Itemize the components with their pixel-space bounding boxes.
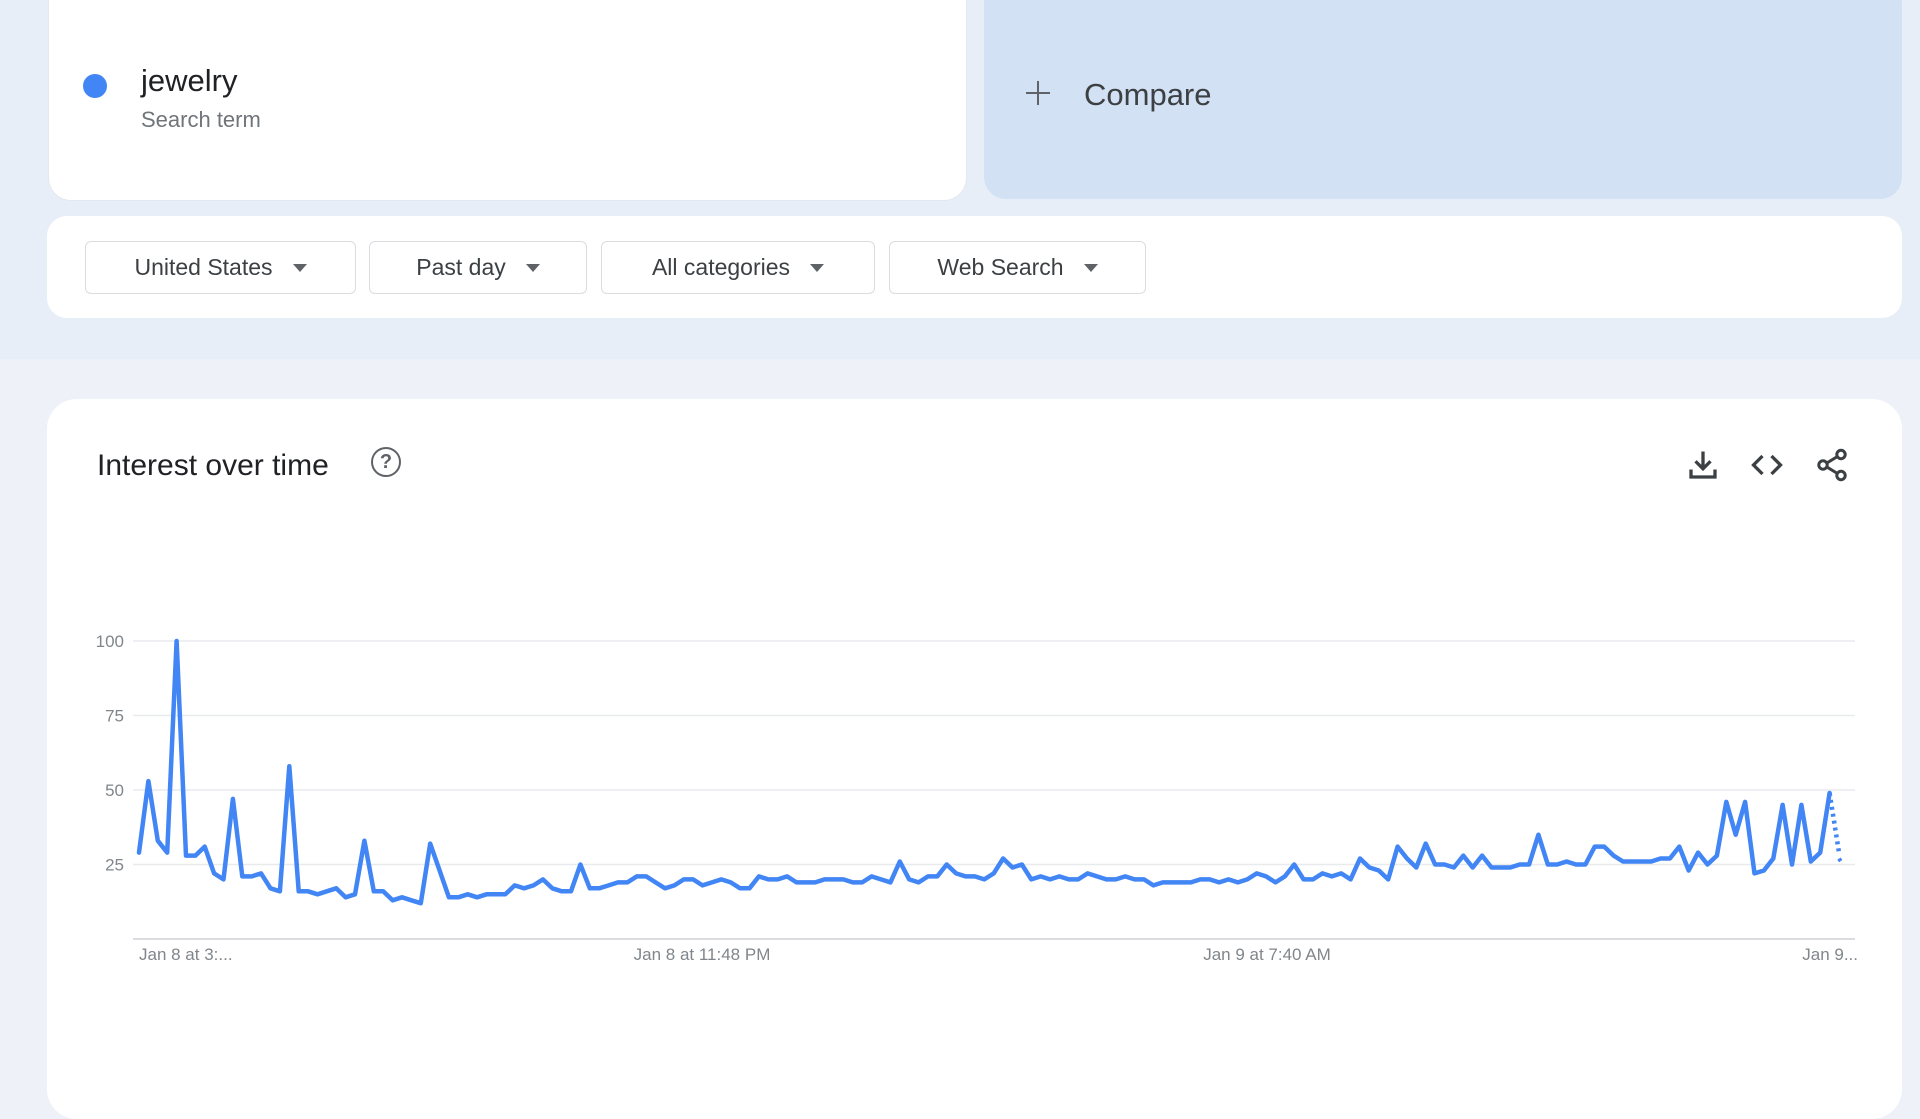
compare-label: Compare [1084, 77, 1212, 112]
y-tick-label: 50 [105, 781, 124, 800]
search-term-name[interactable]: jewelry [141, 63, 237, 99]
region-filter-dropdown[interactable]: United States [85, 241, 356, 294]
series-line-partial [1827, 792, 1842, 853]
plus-icon [1026, 81, 1050, 105]
y-tick-label: 100 [96, 632, 124, 651]
time-range-filter-dropdown[interactable]: Past day [369, 241, 587, 294]
interest-line-chart: 100 75 50 25 Jan 8 at 3:... Jan 8 at 11:48 PM… [96, 632, 1858, 964]
chevron-down-icon [292, 263, 307, 272]
search-term-card[interactable]: jewelry Search term [49, 0, 966, 200]
chevron-down-icon [810, 263, 825, 272]
chevron-down-icon [1083, 263, 1098, 272]
x-tick-label: Jan 8 at 11:48 PM [634, 945, 771, 964]
y-tick-label: 75 [105, 707, 124, 726]
region-filter-label: United States [134, 254, 273, 280]
search-term-subtitle: Search term [141, 107, 261, 132]
filter-bar: United States Past day All categories We… [47, 216, 1902, 318]
x-tick-label: Jan 8 at 3:... [139, 945, 233, 964]
search-type-filter-dropdown[interactable]: Web Search [889, 241, 1146, 294]
y-tick-label: 25 [105, 856, 124, 875]
interest-over-time-card: Interest over time ? 100 75 50 25 Jan 8 at 3… [47, 399, 1902, 1119]
x-tick-label: Jan 9... [1802, 945, 1858, 964]
series-color-dot [83, 74, 107, 98]
time-range-filter-label: Past day [416, 254, 506, 280]
series-line-partial [1837, 857, 1845, 866]
search-type-filter-label: Web Search [937, 254, 1064, 280]
compare-button[interactable]: Compare [984, 0, 1902, 199]
chevron-down-icon [525, 263, 540, 272]
category-filter-label: All categories [651, 254, 791, 280]
x-tick-label: Jan 9 at 7:40 AM [1203, 945, 1331, 964]
category-filter-dropdown[interactable]: All categories [601, 241, 875, 294]
